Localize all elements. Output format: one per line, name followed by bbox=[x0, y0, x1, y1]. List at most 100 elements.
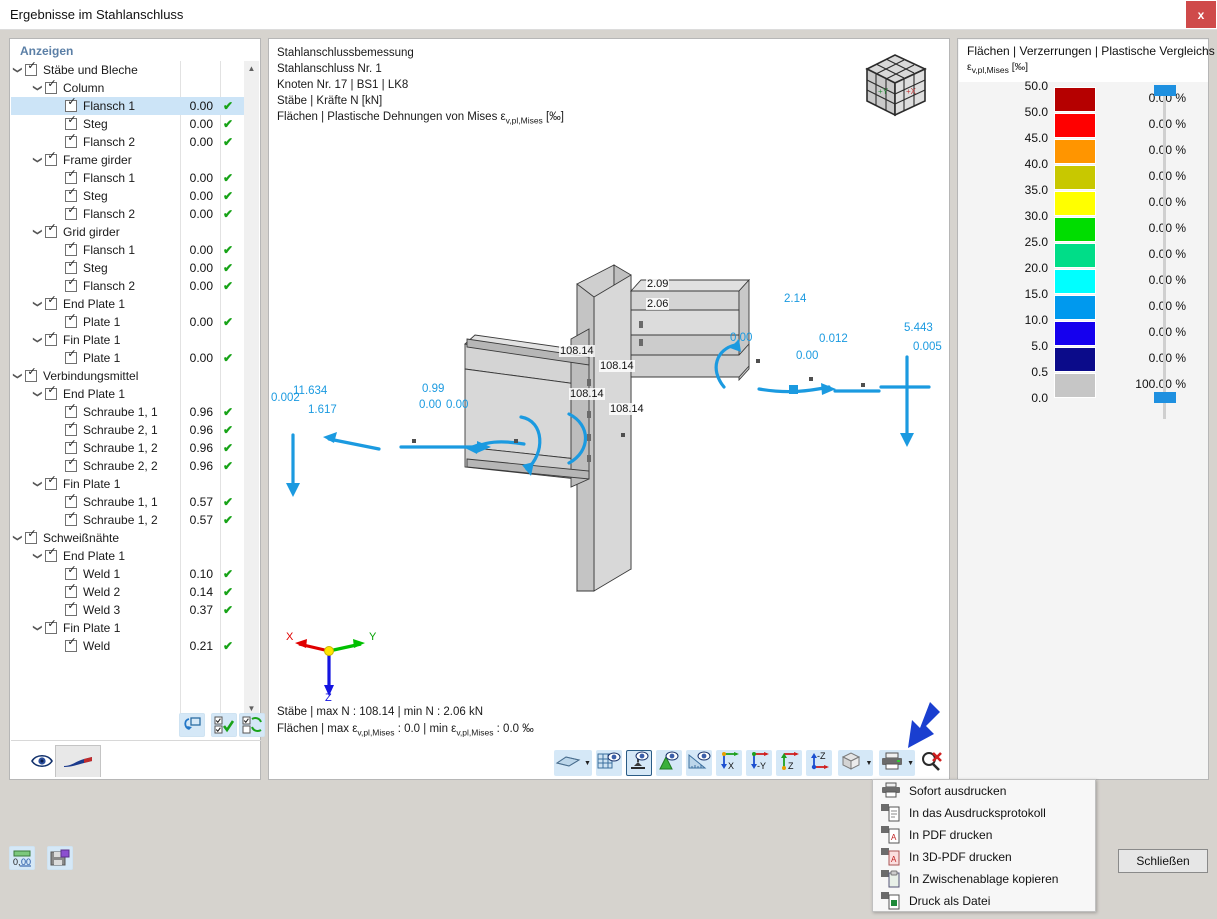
grid-display-button[interactable] bbox=[595, 750, 622, 776]
legend-color-swatch[interactable] bbox=[1054, 269, 1096, 294]
view-y-button[interactable]: -Y bbox=[745, 750, 772, 776]
tree-item-checkbox[interactable] bbox=[45, 384, 58, 400]
tree-item-checkbox[interactable] bbox=[45, 294, 58, 310]
tree-item-checkbox[interactable] bbox=[65, 438, 78, 454]
window-close-button[interactable]: x bbox=[1186, 1, 1216, 28]
tree-item-checkbox[interactable] bbox=[25, 61, 38, 76]
print-menu-item[interactable]: A In 3D-PDF drucken bbox=[873, 846, 1095, 868]
tree-item-checkbox[interactable] bbox=[45, 330, 58, 346]
tree-row[interactable]: Steg 0.00 ✔ bbox=[11, 114, 246, 133]
tree-row[interactable]: Weld 3 0.37 ✔ bbox=[11, 600, 246, 619]
tree-row[interactable]: Flansch 2 0.00 ✔ bbox=[11, 132, 246, 151]
tree-row[interactable]: ❯Schweißnähte bbox=[11, 528, 246, 547]
legend-color-swatch[interactable] bbox=[1054, 347, 1096, 372]
tree-row[interactable]: Steg 0.00 ✔ bbox=[11, 186, 246, 205]
tree-item-checkbox[interactable] bbox=[65, 240, 78, 256]
tree-item-checkbox[interactable] bbox=[45, 474, 58, 490]
legend-color-swatch[interactable] bbox=[1054, 295, 1096, 320]
print-menu-item[interactable]: Druck als Datei bbox=[873, 890, 1095, 912]
view-negz-button[interactable]: -Z bbox=[805, 750, 832, 776]
view-iso-button[interactable]: ▼ bbox=[837, 750, 874, 776]
tree-item-checkbox[interactable] bbox=[65, 168, 78, 184]
tree-row[interactable]: ❯End Plate 1 bbox=[11, 294, 246, 313]
tree-item-checkbox[interactable] bbox=[65, 402, 78, 418]
invert-selection-button[interactable] bbox=[239, 713, 265, 737]
legend-color-swatch[interactable] bbox=[1054, 113, 1096, 138]
tree-row[interactable]: Plate 1 0.00 ✔ bbox=[11, 348, 246, 367]
tree-row[interactable]: ❯Frame girder bbox=[11, 150, 246, 169]
tree-item-checkbox[interactable] bbox=[65, 456, 78, 472]
tree-row[interactable]: Weld 0.21 ✔ bbox=[11, 636, 246, 655]
tree-row[interactable]: ❯Verbindungsmittel bbox=[11, 366, 246, 385]
print-menu-item[interactable]: Sofort ausdrucken bbox=[873, 780, 1095, 802]
tree-item-checkbox[interactable] bbox=[45, 546, 58, 562]
tree-item-checkbox[interactable] bbox=[65, 600, 78, 616]
view-cube[interactable]: +Y +X bbox=[853, 49, 937, 125]
tree-row[interactable]: Flansch 1 0.00 ✔ bbox=[11, 96, 246, 115]
export-button[interactable] bbox=[47, 846, 74, 870]
render-mode-button[interactable]: ▼ bbox=[554, 750, 592, 776]
tree-item-checkbox[interactable] bbox=[25, 528, 38, 544]
tree-item-checkbox[interactable] bbox=[65, 636, 78, 652]
legend-slider-track[interactable] bbox=[1163, 89, 1166, 419]
dimensions-display-button[interactable] bbox=[685, 750, 712, 776]
tree-row[interactable]: Plate 1 0.00 ✔ bbox=[11, 312, 246, 331]
tree-item-checkbox[interactable] bbox=[65, 420, 78, 436]
legend-slider-handle-bottom[interactable] bbox=[1154, 392, 1176, 403]
tree-row[interactable]: Flansch 1 0.00 ✔ bbox=[11, 240, 246, 259]
check-all-button[interactable] bbox=[211, 713, 237, 737]
tree-item-checkbox[interactable] bbox=[65, 564, 78, 580]
tree-row[interactable]: Schraube 1, 1 0.96 ✔ bbox=[11, 402, 246, 421]
tree-row[interactable]: Flansch 2 0.00 ✔ bbox=[11, 204, 246, 223]
tree-item-checkbox[interactable] bbox=[65, 132, 78, 148]
supports-display-button[interactable] bbox=[625, 750, 652, 776]
tree-row[interactable]: Schraube 1, 2 0.57 ✔ bbox=[11, 510, 246, 529]
tree-item-checkbox[interactable] bbox=[65, 312, 78, 328]
legend-color-swatch[interactable] bbox=[1054, 217, 1096, 242]
tree-row[interactable]: ❯Fin Plate 1 bbox=[11, 330, 246, 349]
tree-row[interactable]: ❯Grid girder bbox=[11, 222, 246, 241]
tree-row[interactable]: Schraube 1, 1 0.57 ✔ bbox=[11, 492, 246, 511]
tree-row[interactable]: ❯Stäbe und Bleche bbox=[11, 61, 246, 79]
tree-item-checkbox[interactable] bbox=[45, 150, 58, 166]
tree-row[interactable]: ❯Fin Plate 1 bbox=[11, 618, 246, 637]
chevron-down-icon[interactable]: ▼ bbox=[866, 760, 873, 767]
tree-item-checkbox[interactable] bbox=[65, 114, 78, 130]
tree-item-checkbox[interactable] bbox=[65, 492, 78, 508]
tree-row[interactable]: ❯Column bbox=[11, 78, 246, 97]
legend-color-swatch[interactable] bbox=[1054, 243, 1096, 268]
view-z-button[interactable]: Z bbox=[775, 750, 802, 776]
tree-row[interactable]: Weld 1 0.10 ✔ bbox=[11, 564, 246, 583]
tree-item-checkbox[interactable] bbox=[65, 258, 78, 274]
legend-color-swatch[interactable] bbox=[1054, 373, 1096, 398]
tree-row[interactable]: Schraube 2, 1 0.96 ✔ bbox=[11, 420, 246, 439]
tree-item-checkbox[interactable] bbox=[25, 366, 38, 382]
close-dialog-button[interactable]: Schließen bbox=[1118, 849, 1208, 873]
print-menu-item[interactable]: In das Ausdrucksprotokoll bbox=[873, 802, 1095, 824]
tab-results[interactable] bbox=[55, 745, 101, 777]
tree-row[interactable]: ❯Fin Plate 1 bbox=[11, 474, 246, 493]
tree-item-checkbox[interactable] bbox=[65, 510, 78, 526]
restore-view-button[interactable] bbox=[179, 713, 205, 737]
tree-row[interactable]: ❯End Plate 1 bbox=[11, 384, 246, 403]
scroll-up-icon[interactable]: ▲ bbox=[244, 61, 259, 76]
legend-color-swatch[interactable] bbox=[1054, 87, 1096, 112]
chevron-down-icon[interactable]: ▼ bbox=[907, 760, 914, 767]
tree-row[interactable]: Schraube 1, 2 0.96 ✔ bbox=[11, 438, 246, 457]
print-dropdown-menu[interactable]: Sofort ausdrucken In das Ausdrucksprotoko… bbox=[872, 779, 1096, 912]
legend-color-swatch[interactable] bbox=[1054, 139, 1096, 164]
legend-color-swatch[interactable] bbox=[1054, 321, 1096, 346]
legend-color-swatch[interactable] bbox=[1054, 165, 1096, 190]
tree-item-checkbox[interactable] bbox=[45, 618, 58, 634]
view-x-button[interactable]: X bbox=[715, 750, 742, 776]
tree-item-checkbox[interactable] bbox=[65, 186, 78, 202]
tree-item-checkbox[interactable] bbox=[65, 582, 78, 598]
tree-item-checkbox[interactable] bbox=[65, 204, 78, 220]
tree-row[interactable]: Flansch 1 0.00 ✔ bbox=[11, 168, 246, 187]
tree-item-checkbox[interactable] bbox=[45, 222, 58, 238]
print-menu-item[interactable]: A In PDF drucken bbox=[873, 824, 1095, 846]
results-tree[interactable]: ❯Stäbe und Bleche❯ColumnFlansch 10.00✔St… bbox=[11, 61, 246, 716]
legend-slider-handle-top[interactable] bbox=[1154, 85, 1176, 96]
tree-row[interactable]: Steg 0.00 ✔ bbox=[11, 258, 246, 277]
tree-item-checkbox[interactable] bbox=[65, 348, 78, 364]
